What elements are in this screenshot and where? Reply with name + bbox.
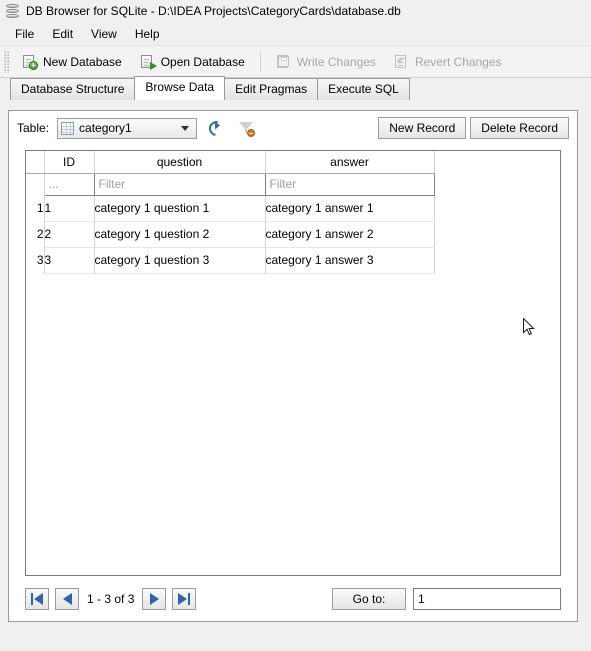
row-number[interactable]: 2: [26, 221, 45, 247]
record-position-text: 1 - 3 of 3: [87, 592, 135, 606]
clear-filters-funnel-icon: [238, 120, 256, 137]
filter-id[interactable]: ...: [43, 172, 95, 196]
menu-file[interactable]: File: [6, 24, 43, 44]
column-header-id[interactable]: ID: [44, 151, 95, 174]
open-database-icon: [140, 54, 157, 70]
new-database-button[interactable]: New Database: [13, 50, 131, 74]
cell-answer[interactable]: category 1 answer 2: [265, 221, 435, 248]
write-changes-label: Write Changes: [296, 54, 376, 69]
goto-input[interactable]: [413, 588, 561, 610]
tab-browse-data[interactable]: Browse Data: [134, 76, 226, 100]
cell-answer[interactable]: category 1 answer 3: [265, 247, 435, 274]
window-title: DB Browser for SQLite - D:\IDEA Projects…: [26, 4, 401, 18]
toolbar-drag-handle[interactable]: [4, 50, 9, 73]
menu-bar: File Edit View Help: [0, 22, 591, 45]
browse-data-panel: Table: category1 New Record Delete Recor…: [8, 110, 578, 622]
chevron-down-icon: [181, 125, 190, 131]
column-header-answer[interactable]: answer: [265, 151, 435, 174]
filter-id-value: ...: [48, 177, 59, 191]
row-number[interactable]: 1: [26, 195, 45, 221]
new-database-icon: [22, 54, 38, 70]
table-select[interactable]: category1: [57, 117, 198, 139]
main-toolbar: New Database Open Database Write Changes…: [0, 45, 591, 78]
tab-database-structure[interactable]: Database Structure: [10, 78, 136, 100]
revert-changes-button[interactable]: ↶ Revert Changes: [385, 50, 511, 74]
record-navigation-bar: 1 - 3 of 3 Go to:: [25, 587, 561, 611]
table-label: Table:: [17, 121, 50, 135]
grid-header-row: ID question answer: [26, 151, 435, 174]
table-select-value: category1: [79, 121, 132, 135]
table-selector-row: Table: category1 New Record Delete Recor…: [9, 111, 577, 145]
row-number[interactable]: 3: [26, 247, 45, 273]
data-grid-table: ID question answer ... Filter Filter 1 1…: [26, 151, 435, 274]
table-row[interactable]: 2 2 category 1 question 2 category 1 ans…: [26, 221, 435, 248]
tab-execute-sql[interactable]: Execute SQL: [317, 78, 410, 100]
refresh-button[interactable]: [205, 117, 227, 139]
tab-bar: Database Structure Browse Data Edit Prag…: [0, 76, 591, 100]
revert-changes-icon: ↶: [394, 53, 407, 69]
cell-question[interactable]: category 1 question 2: [94, 221, 266, 248]
new-database-label: New Database: [43, 54, 122, 69]
go-next-icon: [149, 593, 159, 605]
new-record-button[interactable]: New Record: [378, 117, 467, 139]
cell-id[interactable]: 1: [44, 195, 95, 222]
go-last-button[interactable]: [172, 588, 197, 610]
menu-help[interactable]: Help: [126, 24, 169, 44]
table-grid-icon: [61, 121, 75, 135]
toolbar-separator: [259, 51, 261, 72]
cell-answer[interactable]: category 1 answer 1: [265, 195, 435, 222]
go-next-button[interactable]: [142, 588, 167, 610]
go-previous-button[interactable]: [55, 588, 79, 610]
database-icon: [6, 3, 19, 19]
write-changes-icon: [276, 54, 292, 70]
open-database-button[interactable]: Open Database: [131, 50, 254, 74]
delete-record-button[interactable]: Delete Record: [470, 117, 569, 139]
clear-filters-button[interactable]: [235, 117, 257, 139]
filter-question-placeholder: Filter: [98, 177, 126, 191]
cell-question[interactable]: category 1 question 3: [94, 247, 266, 274]
table-row[interactable]: 3 3 category 1 question 3 category 1 ans…: [26, 247, 435, 274]
cell-question[interactable]: category 1 question 1: [94, 195, 266, 222]
cell-id[interactable]: 2: [44, 221, 95, 248]
go-first-icon: [31, 593, 43, 605]
menu-edit[interactable]: Edit: [43, 24, 82, 44]
data-grid: ID question answer ... Filter Filter 1 1…: [25, 150, 561, 576]
goto-button[interactable]: Go to:: [332, 588, 406, 610]
grid-filter-row: ... Filter Filter: [26, 172, 435, 196]
title-bar: DB Browser for SQLite - D:\IDEA Projects…: [0, 0, 591, 22]
filter-question[interactable]: Filter: [94, 172, 266, 196]
write-changes-button[interactable]: Write Changes: [267, 50, 385, 74]
go-previous-icon: [62, 593, 72, 605]
go-last-icon: [178, 593, 191, 605]
cell-id[interactable]: 3: [44, 247, 95, 274]
filter-answer-placeholder: Filter: [269, 177, 297, 191]
grid-corner-header[interactable]: [26, 151, 45, 174]
open-database-label: Open Database: [160, 54, 245, 69]
filter-gutter-cell: [26, 173, 45, 195]
filter-answer[interactable]: Filter: [265, 172, 435, 196]
table-row[interactable]: 1 1 category 1 question 1 category 1 ans…: [26, 195, 435, 222]
column-header-question[interactable]: question: [94, 151, 266, 174]
menu-view[interactable]: View: [82, 24, 126, 44]
tab-edit-pragmas[interactable]: Edit Pragmas: [224, 78, 319, 100]
go-first-button[interactable]: [25, 588, 49, 610]
revert-changes-label: Revert Changes: [414, 54, 502, 69]
refresh-icon: [205, 117, 227, 139]
